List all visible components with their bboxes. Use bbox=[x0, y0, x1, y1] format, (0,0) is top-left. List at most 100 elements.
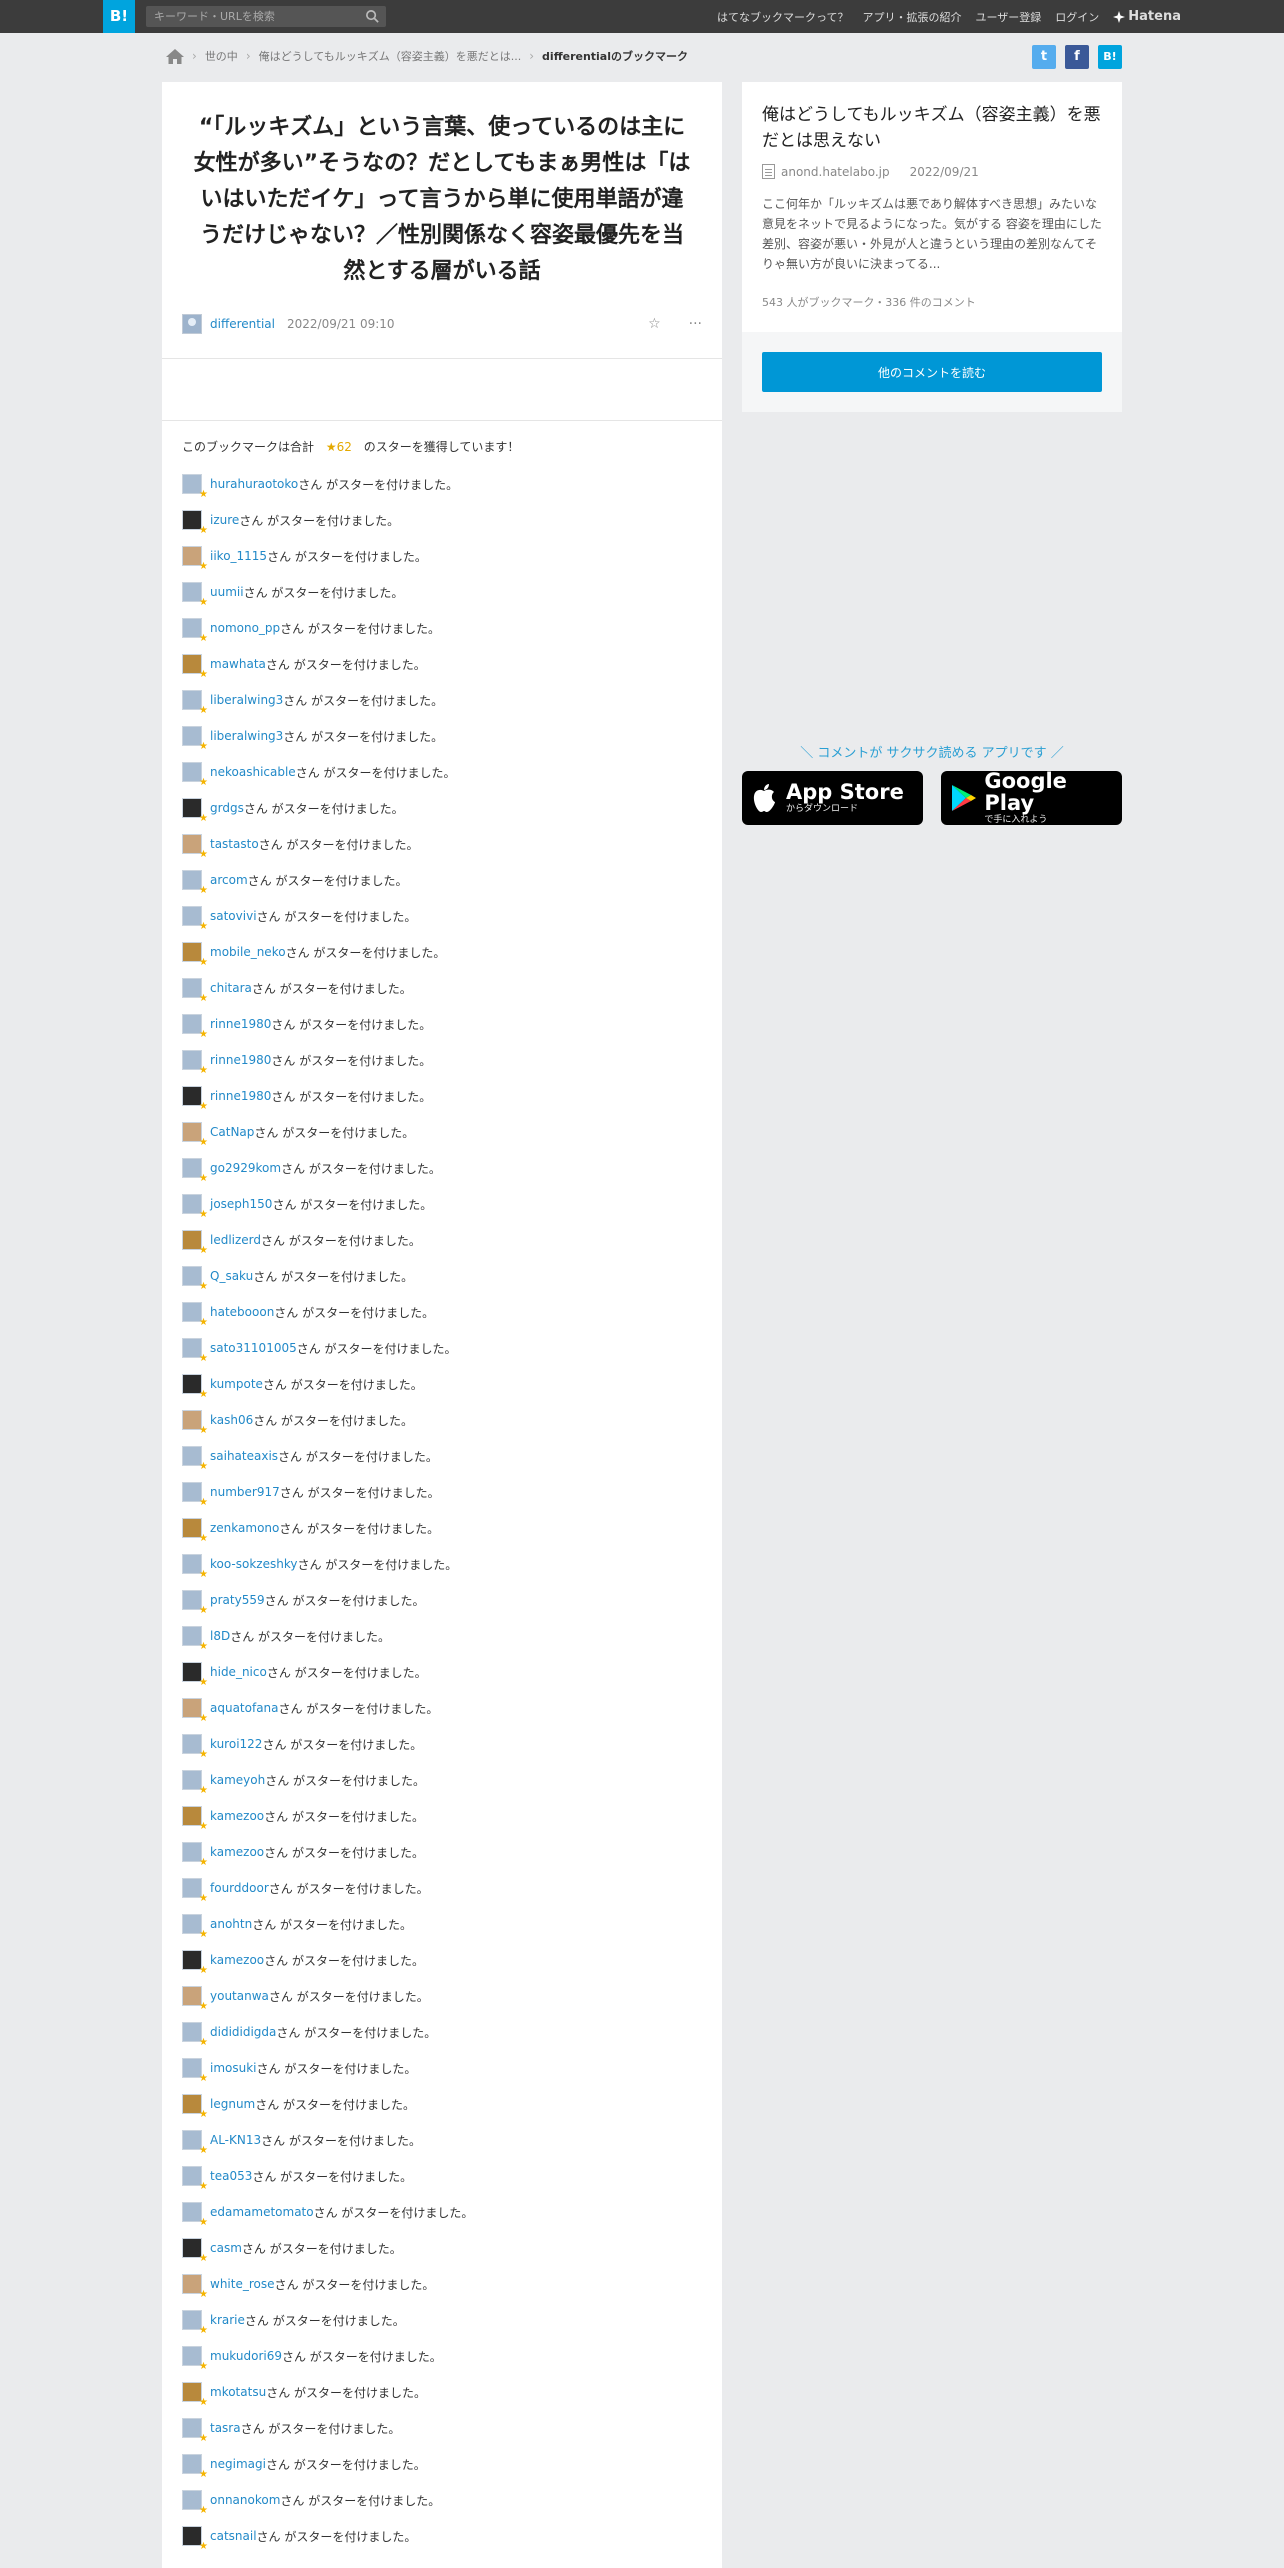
avatar[interactable]: ★ bbox=[182, 1086, 208, 1112]
breadcrumb-entry[interactable]: 俺はどうしてもルッキズム（容姿主義）を悪だとは... bbox=[259, 48, 522, 64]
avatar[interactable]: ★ bbox=[182, 2346, 208, 2372]
star-giver-link[interactable]: number917 bbox=[210, 1485, 280, 1499]
avatar[interactable]: ★ bbox=[182, 1662, 208, 1688]
app-store-badge[interactable]: App Store からダウンロード bbox=[742, 771, 923, 825]
star-giver-link[interactable]: mukudori69 bbox=[210, 2349, 282, 2363]
star-giver-link[interactable]: liberalwing3 bbox=[210, 729, 283, 743]
avatar[interactable]: ★ bbox=[182, 1014, 208, 1040]
avatar[interactable]: ★ bbox=[182, 2526, 208, 2552]
star-giver-link[interactable]: kuroi122 bbox=[210, 1737, 262, 1751]
star-giver-link[interactable]: saihateaxis bbox=[210, 1449, 278, 1463]
avatar[interactable]: ★ bbox=[182, 2202, 208, 2228]
star-giver-link[interactable]: rinne1980 bbox=[210, 1053, 271, 1067]
star-giver-link[interactable]: joseph150 bbox=[210, 1197, 272, 1211]
hatena-bookmark-logo[interactable]: B! bbox=[103, 0, 135, 33]
avatar[interactable]: ★ bbox=[182, 1734, 208, 1760]
avatar[interactable]: ★ bbox=[182, 1302, 208, 1328]
avatar[interactable]: ★ bbox=[182, 1374, 208, 1400]
bookmark-user-link[interactable]: differential bbox=[210, 317, 275, 331]
star-giver-link[interactable]: kamezoo bbox=[210, 1809, 264, 1823]
avatar[interactable]: ★ bbox=[182, 618, 208, 644]
star-giver-link[interactable]: mkotatsu bbox=[210, 2385, 266, 2399]
avatar[interactable]: ★ bbox=[182, 1626, 208, 1652]
avatar[interactable]: ★ bbox=[182, 1338, 208, 1364]
avatar[interactable]: ★ bbox=[182, 582, 208, 608]
star-giver-link[interactable]: liberalwing3 bbox=[210, 693, 283, 707]
nav-login[interactable]: ログイン bbox=[1055, 9, 1099, 25]
avatar[interactable] bbox=[182, 314, 202, 334]
avatar[interactable]: ★ bbox=[182, 2058, 208, 2084]
avatar[interactable]: ★ bbox=[182, 2094, 208, 2120]
avatar[interactable]: ★ bbox=[182, 978, 208, 1004]
avatar[interactable]: ★ bbox=[182, 1410, 208, 1436]
star-giver-link[interactable]: casm bbox=[210, 2241, 242, 2255]
star-giver-link[interactable]: legnum bbox=[210, 2097, 255, 2111]
avatar[interactable]: ★ bbox=[182, 1158, 208, 1184]
star-giver-link[interactable]: didididigda bbox=[210, 2025, 276, 2039]
star-giver-link[interactable]: ledlizerd bbox=[210, 1233, 261, 1247]
avatar[interactable]: ★ bbox=[182, 1266, 208, 1292]
avatar[interactable]: ★ bbox=[182, 726, 208, 752]
avatar[interactable]: ★ bbox=[182, 1914, 208, 1940]
nav-register[interactable]: ユーザー登録 bbox=[976, 9, 1042, 25]
avatar[interactable]: ★ bbox=[182, 546, 208, 572]
star-giver-link[interactable]: tasra bbox=[210, 2421, 241, 2435]
star-giver-link[interactable]: rinne1980 bbox=[210, 1017, 271, 1031]
star-giver-link[interactable]: izure bbox=[210, 513, 239, 527]
avatar[interactable]: ★ bbox=[182, 1194, 208, 1220]
star-giver-link[interactable]: kamezoo bbox=[210, 1953, 264, 1967]
home-icon[interactable] bbox=[166, 48, 184, 64]
star-giver-link[interactable]: chitara bbox=[210, 981, 252, 995]
avatar[interactable]: ★ bbox=[182, 1878, 208, 1904]
star-giver-link[interactable]: edamametomato bbox=[210, 2205, 314, 2219]
avatar[interactable]: ★ bbox=[182, 870, 208, 896]
avatar[interactable]: ★ bbox=[182, 510, 208, 536]
twitter-icon[interactable]: t bbox=[1032, 45, 1056, 69]
avatar[interactable]: ★ bbox=[182, 2418, 208, 2444]
entry-title[interactable]: 俺はどうしてもルッキズム（容姿主義）を悪だとは思えない bbox=[762, 102, 1107, 154]
star-giver-link[interactable]: zenkamono bbox=[210, 1521, 279, 1535]
star-giver-link[interactable]: kamezoo bbox=[210, 1845, 264, 1859]
star-giver-link[interactable]: satovivi bbox=[210, 909, 257, 923]
star-giver-link[interactable]: anohtn bbox=[210, 1917, 252, 1931]
avatar[interactable]: ★ bbox=[182, 2130, 208, 2156]
avatar[interactable]: ★ bbox=[182, 1698, 208, 1724]
star-giver-link[interactable]: praty559 bbox=[210, 1593, 265, 1607]
star-giver-link[interactable]: catsnail bbox=[210, 2529, 257, 2543]
star-giver-link[interactable]: tea053 bbox=[210, 2169, 252, 2183]
star-giver-link[interactable]: l8D bbox=[210, 1629, 230, 1643]
avatar[interactable]: ★ bbox=[182, 1482, 208, 1508]
star-giver-link[interactable]: kameyoh bbox=[210, 1773, 265, 1787]
avatar[interactable]: ★ bbox=[182, 1590, 208, 1616]
breadcrumb-category[interactable]: 世の中 bbox=[205, 48, 238, 64]
google-play-badge[interactable]: Google Play で手に入れよう bbox=[941, 770, 1122, 825]
star-giver-link[interactable]: arcom bbox=[210, 873, 248, 887]
star-giver-link[interactable]: hatebooon bbox=[210, 1305, 274, 1319]
avatar[interactable]: ★ bbox=[182, 1770, 208, 1796]
avatar[interactable]: ★ bbox=[182, 474, 208, 500]
nav-apps[interactable]: アプリ・拡張の紹介 bbox=[863, 9, 962, 25]
avatar[interactable]: ★ bbox=[182, 1950, 208, 1976]
avatar[interactable]: ★ bbox=[182, 2274, 208, 2300]
star-giver-link[interactable]: mobile_neko bbox=[210, 945, 286, 959]
avatar[interactable]: ★ bbox=[182, 2022, 208, 2048]
star-giver-link[interactable]: iiko_1115 bbox=[210, 549, 267, 563]
avatar[interactable]: ★ bbox=[182, 1050, 208, 1076]
avatar[interactable]: ★ bbox=[182, 1446, 208, 1472]
star-giver-link[interactable]: krarie bbox=[210, 2313, 245, 2327]
avatar[interactable]: ★ bbox=[182, 1518, 208, 1544]
star-giver-link[interactable]: hurahuraotoko bbox=[210, 477, 298, 491]
search-icon[interactable] bbox=[365, 9, 380, 24]
avatar[interactable]: ★ bbox=[182, 942, 208, 968]
star-count[interactable]: ★62 bbox=[326, 440, 352, 454]
star-giver-link[interactable]: koo-sokzeshky bbox=[210, 1557, 297, 1571]
hatena-brand[interactable]: Hatena bbox=[1113, 9, 1181, 24]
star-giver-link[interactable]: aquatofana bbox=[210, 1701, 279, 1715]
avatar[interactable]: ★ bbox=[182, 798, 208, 824]
avatar[interactable]: ★ bbox=[182, 654, 208, 680]
avatar[interactable]: ★ bbox=[182, 690, 208, 716]
read-more-comments-button[interactable]: 他のコメントを読む bbox=[762, 352, 1102, 392]
avatar[interactable]: ★ bbox=[182, 762, 208, 788]
star-giver-link[interactable]: tastasto bbox=[210, 837, 259, 851]
star-giver-link[interactable]: imosuki bbox=[210, 2061, 257, 2075]
